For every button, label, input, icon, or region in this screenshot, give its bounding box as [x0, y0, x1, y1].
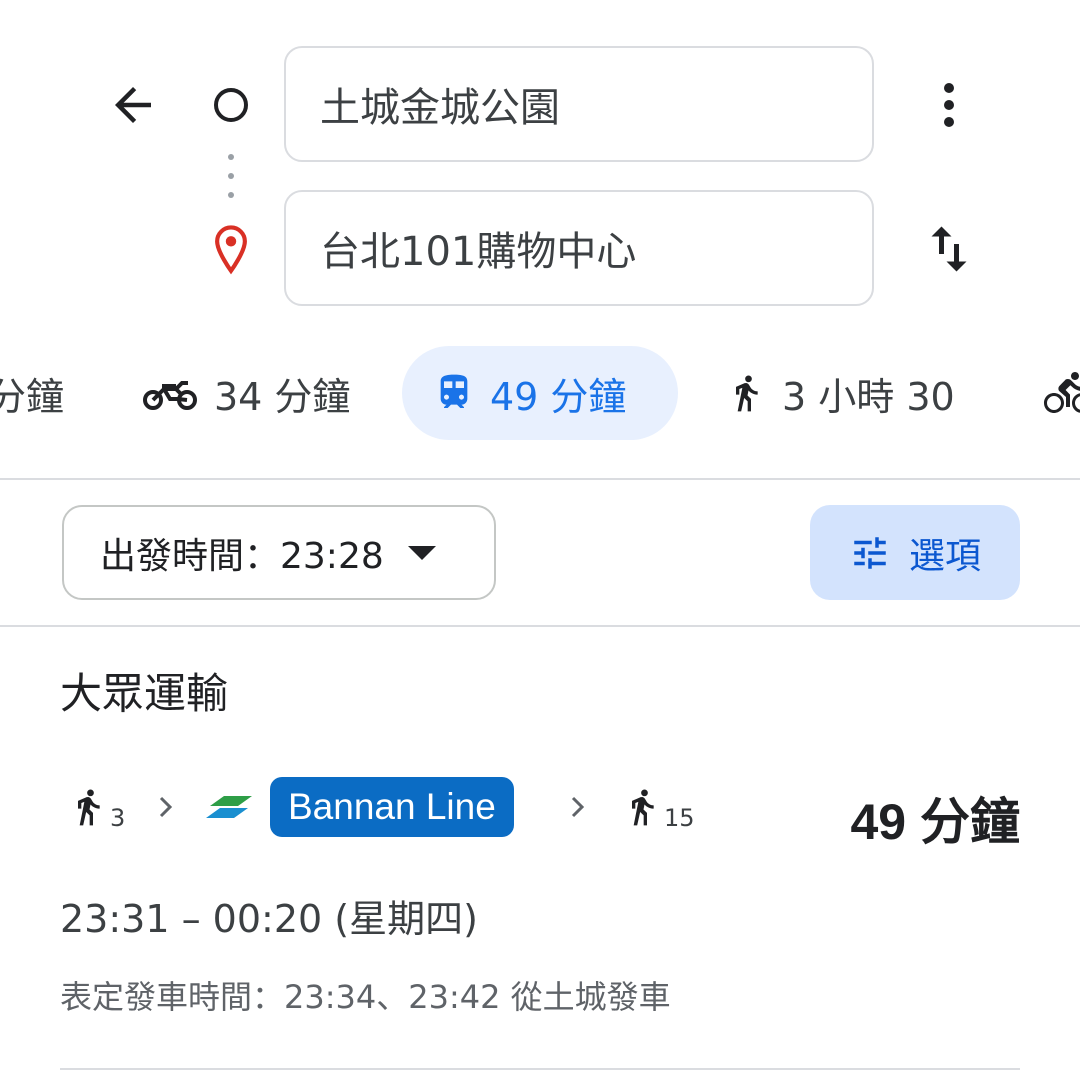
tab-walking-label: 3 小時 30: [782, 374, 955, 419]
route-option[interactable]: 3 Bannan Line 15 49 分鐘: [60, 766, 1020, 866]
walk-step-end: 15: [622, 778, 695, 836]
divider: [60, 1068, 1020, 1070]
tab-driving[interactable]: 分鐘: [0, 346, 64, 440]
back-button[interactable]: [100, 72, 166, 138]
metro-logo-icon: [206, 796, 252, 818]
route-duration: 49 分鐘: [850, 794, 1020, 850]
more-vert-icon: [944, 83, 954, 127]
walk-step-start: 3: [68, 778, 125, 836]
tab-walking[interactable]: 3 小時 30: [726, 346, 955, 440]
walking-icon: [78, 789, 100, 826]
back-arrow-icon: [115, 87, 151, 123]
tab-transit[interactable]: 49 分鐘: [402, 346, 678, 440]
tab-driving-label: 分鐘: [0, 374, 65, 419]
depart-time-button[interactable]: 出發時間：23:28: [62, 505, 496, 600]
dropdown-caret-icon: [407, 545, 436, 560]
tab-transit-label: 49 分鐘: [490, 374, 627, 419]
train-icon: [434, 371, 474, 415]
walking-icon: [726, 367, 766, 419]
swap-button[interactable]: [910, 210, 988, 288]
divider: [0, 478, 1080, 480]
motorcycle-icon: [142, 375, 198, 411]
tune-icon: [849, 532, 891, 574]
chevron-right-icon: [159, 796, 173, 818]
destination-pin-icon: [210, 224, 252, 276]
route-schedule: 表定發車時間：23:34、23:42 從土城發車: [60, 978, 671, 1016]
tab-bicycle[interactable]: [1040, 346, 1080, 440]
more-options-button[interactable]: [920, 72, 978, 138]
options-button[interactable]: 選項: [810, 505, 1020, 600]
swap-icon: [931, 226, 967, 272]
walk-start-minutes: 3: [110, 804, 126, 832]
tab-motorcycle-label: 34 分鐘: [214, 374, 351, 419]
section-title: 大眾運輸: [60, 669, 229, 718]
route-time-range: 23:31 – 00:20 (星期四): [60, 897, 478, 941]
origin-circle-icon: [212, 86, 250, 124]
divider: [0, 625, 1080, 627]
walking-icon: [632, 789, 654, 826]
bicycle-icon: [1040, 369, 1080, 417]
chevron-right-icon: [571, 796, 585, 818]
destination-input[interactable]: 台北101購物中心: [284, 190, 874, 306]
route-dots: [228, 153, 234, 199]
origin-input[interactable]: 土城金城公園: [284, 46, 874, 162]
tab-motorcycle[interactable]: 34 分鐘: [142, 346, 350, 440]
depart-time-label: 出發時間：23:28: [100, 535, 384, 577]
options-label: 選項: [908, 535, 981, 577]
transit-line-badge: Bannan Line: [270, 777, 514, 837]
walk-end-minutes: 15: [664, 804, 695, 832]
travel-mode-tabs: 分鐘 34 分鐘 49 分鐘 3 小時 30: [0, 346, 1080, 440]
